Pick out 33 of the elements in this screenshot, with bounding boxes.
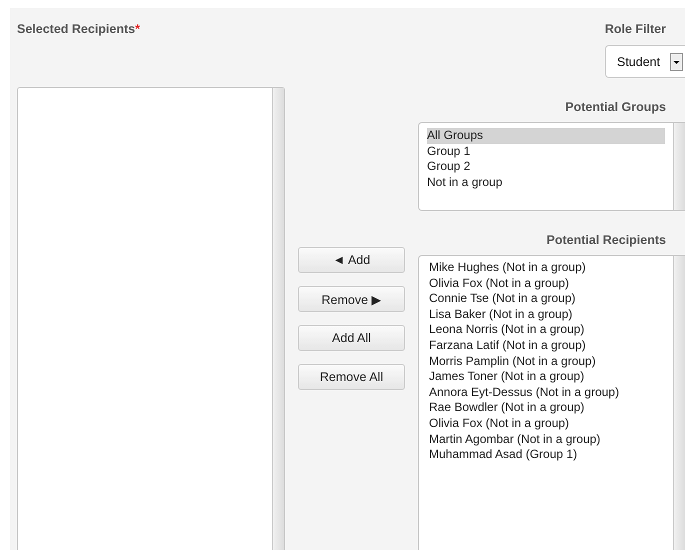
transfer-button[interactable]: ◄ Add — [298, 247, 405, 273]
list-item[interactable]: Rae Bowdler (Not in a group) — [429, 400, 663, 416]
list-item[interactable]: Leona Norris (Not in a group) — [429, 322, 663, 338]
transfer-button[interactable]: Add All — [298, 325, 405, 351]
list-item[interactable]: Group 2 — [427, 159, 665, 175]
role-filter-dropdown[interactable]: Student — [605, 45, 685, 78]
potential-groups-label: Potential Groups — [565, 100, 666, 114]
list-item[interactable]: Group 1 — [427, 144, 665, 160]
list-item[interactable]: Muhammad Asad (Group 1) — [429, 447, 663, 463]
potential-recipients-list[interactable] — [418, 255, 685, 550]
transfer-button[interactable]: Remove ▶ — [298, 286, 405, 312]
list-item[interactable]: Farzana Latif (Not in a group) — [429, 338, 663, 354]
list-item[interactable]: Annora Eyt-Dessus (Not in a group) — [429, 384, 663, 400]
list-item[interactable]: Lisa Baker (Not in a group) — [429, 306, 663, 322]
list-item[interactable]: Mike Hughes (Not in a group) — [429, 260, 663, 276]
scrollbar[interactable] — [673, 123, 685, 210]
list-item[interactable]: All Groups — [427, 128, 665, 144]
list-item[interactable]: Not in a group — [427, 174, 665, 190]
scrollbar[interactable] — [673, 256, 685, 550]
list-item[interactable]: Connie Tse (Not in a group) — [429, 291, 663, 307]
caret-icon — [670, 52, 684, 70]
scrollbar[interactable] — [272, 88, 284, 550]
list-item[interactable]: James Toner (Not in a group) — [429, 369, 663, 385]
transfer-button[interactable]: Remove All — [298, 364, 405, 390]
potential-recipients-label: Potential Recipients — [546, 233, 666, 247]
list-item[interactable]: Olivia Fox (Not in a group) — [429, 416, 663, 432]
selected-recipients-list[interactable] — [17, 87, 285, 550]
selected-recipients-label: Selected Recipients* — [17, 22, 141, 37]
potential-groups-list[interactable]: All Groups Group 1 Group 2 Not in a group — [418, 122, 685, 211]
role-filter-label: Role Filter — [604, 22, 666, 36]
list-item[interactable]: Martin Agombar (Not in a group) — [429, 432, 663, 448]
list-item[interactable]: Morris Pamplin (Not in a group) — [429, 354, 663, 370]
list-item[interactable]: Olivia Fox (Not in a group) — [429, 276, 663, 292]
